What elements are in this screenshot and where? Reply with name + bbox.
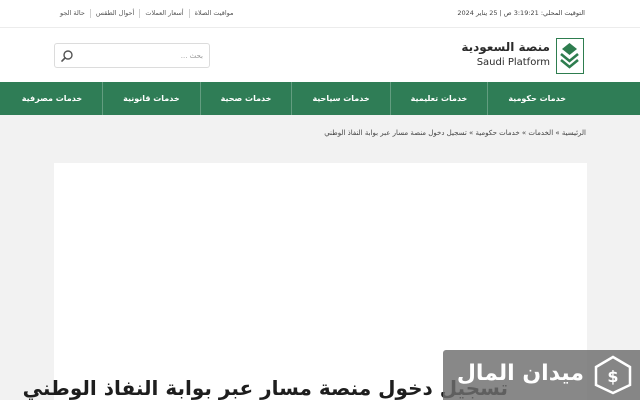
nav-item-education-services[interactable]: خدمات تعليمية xyxy=(389,82,488,115)
breadcrumb-current: تسجيل دخول منصة مسار عبر بوابة النفاذ ال… xyxy=(324,129,467,137)
watermark-logo-icon: $ xyxy=(594,355,632,395)
nav-item-government-services[interactable]: خدمات حكومية xyxy=(487,82,586,115)
top-link-weather-conditions[interactable]: أحوال الطقس xyxy=(89,9,139,18)
top-bar: مواقيت الصلاة أسعار العملات أحوال الطقس … xyxy=(0,0,640,28)
watermark-text: ميدان المال xyxy=(456,361,584,386)
nav-item-tourism-services[interactable]: خدمات سياحية xyxy=(291,82,389,115)
top-link-currency-rates[interactable]: أسعار العملات xyxy=(139,9,188,18)
site-logo[interactable]: منصة السعودية Saudi Platform xyxy=(461,38,584,74)
article-title: تسجيل دخول منصة مسار عبر بوابة النفاذ ال… xyxy=(22,376,508,400)
watermark-overlay: ميدان المال $ xyxy=(443,350,640,400)
logo-text-arabic: منصة السعودية xyxy=(461,40,550,54)
breadcrumb-home[interactable]: الرئيسية xyxy=(562,129,586,137)
search-box xyxy=(54,43,210,68)
nav-item-legal-services[interactable]: خدمات قانونية xyxy=(102,82,200,115)
breadcrumb-separator: » xyxy=(553,129,562,137)
top-link-prayer-times[interactable]: مواقيت الصلاة xyxy=(188,9,239,18)
breadcrumb: الرئيسية » الخدمات » خدمات حكومية » تسجي… xyxy=(324,129,586,137)
nav-item-banking-services[interactable]: خدمات مصرفية xyxy=(2,82,102,115)
local-time: التوقيت المحلي: 3:19:21 ص | 25 يناير 202… xyxy=(457,9,585,17)
logo-text-english: Saudi Platform xyxy=(476,57,550,68)
logo-mark-icon xyxy=(556,38,584,74)
svg-text:$: $ xyxy=(607,367,618,386)
site-header: منصة السعودية Saudi Platform xyxy=(0,28,640,82)
search-icon[interactable] xyxy=(60,49,74,63)
top-links: مواقيت الصلاة أسعار العملات أحوال الطقس … xyxy=(55,9,239,18)
nav-item-health-services[interactable]: خدمات صحية xyxy=(199,82,292,115)
breadcrumb-government-services[interactable]: خدمات حكومية xyxy=(476,129,520,137)
breadcrumb-separator: » xyxy=(466,129,476,137)
main-nav: خدمات حكومية خدمات تعليمية خدمات سياحية … xyxy=(0,82,640,115)
breadcrumb-services[interactable]: الخدمات xyxy=(528,129,553,137)
search-input[interactable] xyxy=(77,44,207,67)
top-link-weather[interactable]: حالة الجو xyxy=(55,9,90,18)
